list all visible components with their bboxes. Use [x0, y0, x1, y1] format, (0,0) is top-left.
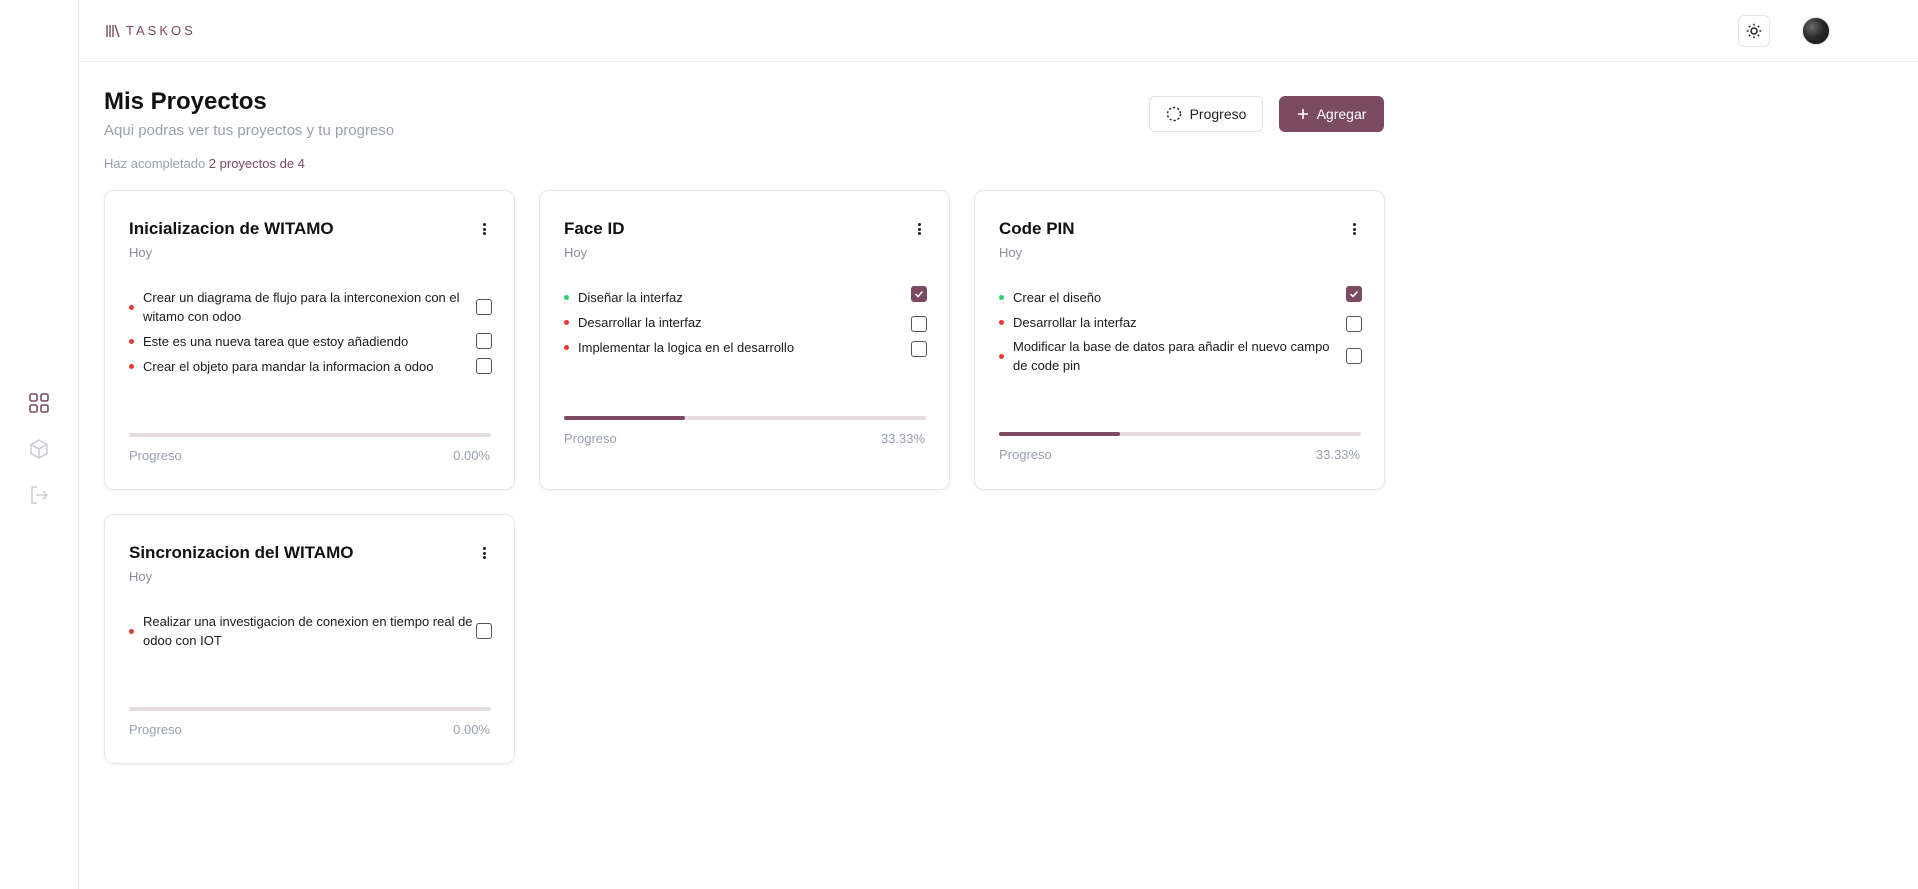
project-title: Sincronizacion del WITAMO	[129, 543, 354, 562]
add-button-label: Agregar	[1316, 106, 1367, 122]
pending-dot-icon	[999, 320, 1004, 325]
task-text: Crear el objeto para mandar la informaci…	[143, 359, 434, 374]
task-item: Crear un diagrama de flujo para la inter…	[129, 288, 492, 326]
task-item: Desarrollar la interfaz	[564, 313, 927, 332]
progress-bar-fill	[564, 416, 685, 420]
project-card[interactable]: Code PIN Hoy Crear el diseño Desarrollar…	[974, 190, 1385, 490]
project-title: Inicializacion de WITAMO	[129, 219, 334, 238]
task-item: Este es una nueva tarea que estoy añadie…	[129, 332, 492, 351]
pending-dot-icon	[129, 628, 134, 634]
project-card[interactable]: Sincronizacion del WITAMO Hoy Realizar u…	[104, 514, 515, 764]
task-item: Diseñar la interfaz	[564, 286, 927, 307]
project-card[interactable]: Inicializacion de WITAMO Hoy Crear un di…	[104, 190, 515, 490]
task-checkbox[interactable]	[911, 316, 927, 332]
task-text: Modificar la base de datos para añadir e…	[1013, 339, 1330, 373]
task-item: Implementar la logica en el desarrollo	[564, 338, 927, 357]
logo-text: TASKOS	[126, 23, 196, 38]
avatar[interactable]	[1802, 17, 1830, 45]
progress-value: 33.33%	[1315, 447, 1360, 462]
task-checkbox[interactable]	[476, 299, 492, 315]
progress-label: Progreso	[129, 722, 182, 737]
task-text: Este es una nueva tarea que estoy añadie…	[143, 334, 409, 349]
progress-value: 33.33%	[880, 431, 925, 446]
progress-value: 0.00%	[453, 722, 490, 737]
project-date: Hoy	[129, 569, 153, 584]
task-checkbox[interactable]	[911, 286, 927, 302]
progress-label: Progreso	[129, 448, 182, 463]
progress-button[interactable]: Progreso	[1149, 96, 1263, 132]
page-title: Mis Proyectos	[104, 88, 267, 115]
topbar: TASKOS	[80, 0, 1918, 62]
check-icon	[914, 290, 924, 298]
progress-value: 0.00%	[453, 448, 490, 463]
progress-bar	[999, 432, 1361, 436]
task-checkbox[interactable]	[911, 341, 927, 357]
project-date: Hoy	[129, 245, 153, 260]
task-text: Diseñar la interfaz	[578, 290, 683, 305]
progress-bar	[129, 433, 491, 437]
project-card[interactable]: Face ID Hoy Diseñar la interfaz Desarrol…	[539, 190, 950, 490]
pending-dot-icon	[999, 353, 1004, 359]
project-date: Hoy	[564, 245, 588, 260]
pending-dot-icon	[564, 320, 569, 325]
project-title: Face ID	[564, 219, 625, 238]
pending-dot-icon	[129, 339, 134, 344]
page-subtitle: Aqui podras ver tus proyectos y tu progr…	[104, 122, 395, 139]
project-title: Code PIN	[999, 219, 1075, 238]
loader-circle-icon	[1166, 106, 1181, 122]
more-vertical-icon[interactable]	[915, 221, 923, 237]
progress-button-label: Progreso	[1189, 106, 1247, 122]
summary-count: 2 proyectos de 4	[208, 156, 305, 171]
more-vertical-icon[interactable]	[480, 221, 488, 237]
pending-dot-icon	[129, 304, 134, 310]
cube-icon[interactable]	[27, 437, 51, 461]
task-text: Desarrollar la interfaz	[578, 315, 702, 330]
task-text: Desarrollar la interfaz	[1013, 315, 1137, 330]
task-checkbox[interactable]	[1346, 316, 1362, 332]
task-text: Realizar una investigacion de conexion e…	[143, 614, 473, 648]
completion-summary: Haz acompletado 2 proyectos de 4	[104, 156, 305, 171]
task-item: Desarrollar la interfaz	[999, 313, 1362, 332]
progress-bar	[129, 707, 491, 711]
progress-label: Progreso	[999, 447, 1052, 462]
task-checkbox[interactable]	[476, 358, 492, 374]
project-date: Hoy	[999, 245, 1023, 260]
task-checkbox[interactable]	[1346, 348, 1362, 364]
task-checkbox[interactable]	[476, 623, 492, 639]
plus-icon	[1297, 109, 1308, 119]
grid-icon[interactable]	[27, 391, 51, 415]
task-text: Implementar la logica en el desarrollo	[578, 340, 795, 355]
task-item: Modificar la base de datos para añadir e…	[999, 337, 1362, 375]
task-text: Crear el diseño	[1013, 290, 1102, 305]
task-checkbox[interactable]	[1346, 286, 1362, 302]
library-icon	[106, 24, 120, 37]
add-project-button[interactable]: Agregar	[1279, 96, 1384, 132]
task-item: Crear el objeto para mandar la informaci…	[129, 357, 492, 376]
check-icon	[1349, 290, 1359, 298]
task-item: Realizar una investigacion de conexion e…	[129, 612, 492, 650]
pending-dot-icon	[129, 364, 134, 369]
logout-icon[interactable]	[27, 483, 51, 507]
logo[interactable]: TASKOS	[106, 23, 196, 38]
task-text: Crear un diagrama de flujo para la inter…	[143, 290, 460, 324]
task-checkbox[interactable]	[476, 333, 492, 349]
sidebar	[0, 0, 79, 889]
progress-label: Progreso	[564, 431, 617, 446]
progress-bar	[564, 416, 926, 420]
sun-icon	[1746, 23, 1762, 39]
summary-prefix: Haz acompletado	[104, 156, 206, 171]
more-vertical-icon[interactable]	[480, 545, 488, 561]
pending-dot-icon	[564, 345, 569, 350]
done-dot-icon	[564, 295, 569, 300]
done-dot-icon	[999, 295, 1004, 300]
progress-bar-fill	[999, 432, 1120, 436]
theme-toggle-button[interactable]	[1738, 15, 1770, 47]
more-vertical-icon[interactable]	[1350, 221, 1358, 237]
task-item: Crear el diseño	[999, 286, 1362, 307]
